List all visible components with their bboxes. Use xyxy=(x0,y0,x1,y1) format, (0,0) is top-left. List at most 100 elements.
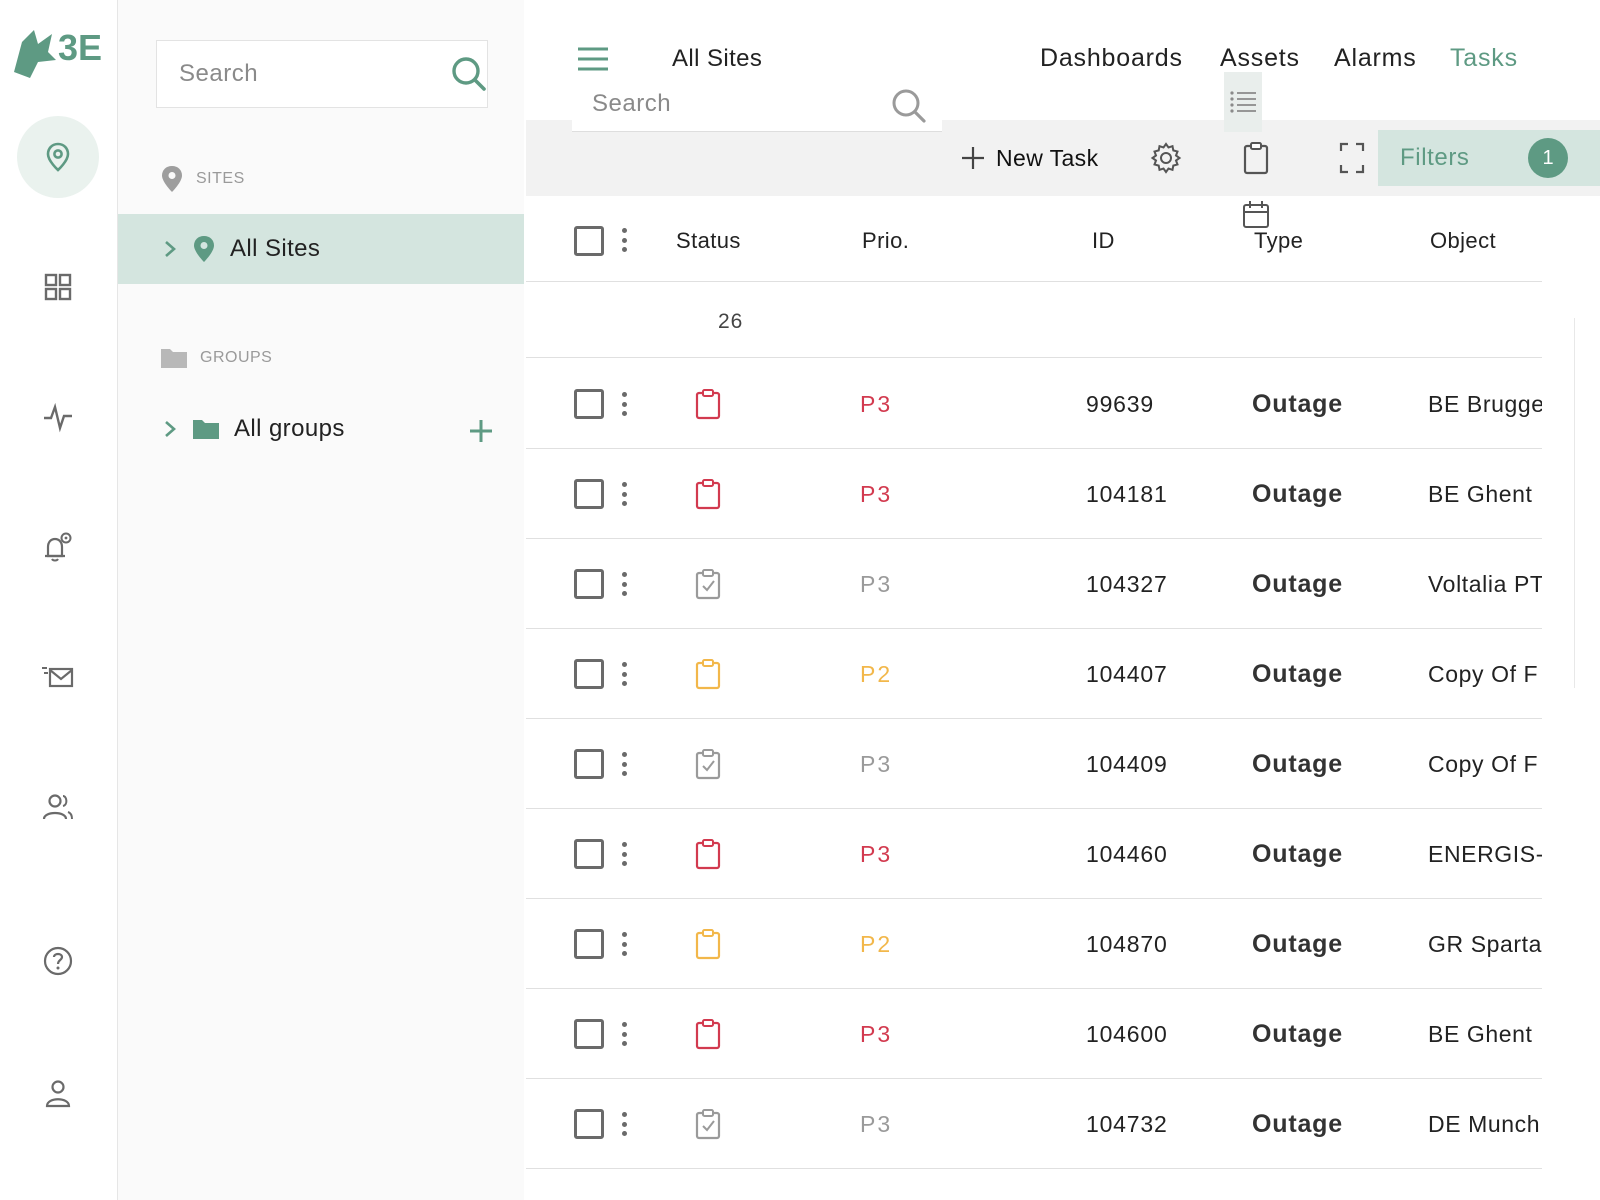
object-cell[interactable]: DE Munch xyxy=(1428,1079,1542,1169)
table-row[interactable]: P3 104600 Outage BE Ghent xyxy=(526,989,1542,1079)
status-cell xyxy=(692,1079,724,1169)
type-cell: Outage xyxy=(1252,389,1343,418)
priority-cell: P3 xyxy=(860,480,893,507)
row-checkbox[interactable] xyxy=(574,839,604,869)
list-view-button[interactable] xyxy=(1224,72,1262,132)
id-cell[interactable]: 104407 xyxy=(1086,629,1168,719)
table-header: Status Prio. ID Type Object xyxy=(526,198,1542,282)
filters-label: Filters xyxy=(1400,144,1470,171)
tree-item-label: All Sites xyxy=(230,235,321,262)
rail-help-button[interactable] xyxy=(17,920,99,1002)
nav-assets[interactable]: Assets xyxy=(1220,44,1300,73)
row-checkbox[interactable] xyxy=(574,389,604,419)
search-icon xyxy=(892,89,926,123)
row-options-button[interactable] xyxy=(618,750,630,778)
column-status[interactable]: Status xyxy=(676,228,741,254)
row-checkbox[interactable] xyxy=(574,659,604,689)
row-options-button[interactable] xyxy=(618,390,630,418)
table-row[interactable]: P2 104870 Outage GR Sparta xyxy=(526,899,1542,989)
row-options-button[interactable] xyxy=(618,930,630,958)
row-options-button[interactable] xyxy=(618,570,630,598)
chevron-right-icon[interactable] xyxy=(162,239,178,259)
column-type[interactable]: Type xyxy=(1254,228,1303,254)
table-row[interactable]: P2 104407 Outage Copy Of F xyxy=(526,629,1542,719)
type-cell: Outage xyxy=(1252,659,1343,688)
new-task-label: New Task xyxy=(996,144,1099,171)
rail-alarm-settings-button[interactable] xyxy=(17,506,99,588)
id-cell[interactable]: 104181 xyxy=(1086,449,1168,539)
rail-profile-button[interactable] xyxy=(17,1052,99,1134)
brand-logo[interactable]: 3E xyxy=(8,22,108,84)
chevron-right-icon[interactable] xyxy=(162,419,178,439)
priority-cell: P3 xyxy=(860,1110,893,1137)
object-cell[interactable]: Copy Of F xyxy=(1428,719,1542,809)
tree-item-all-sites[interactable]: All Sites xyxy=(118,214,524,284)
nav-tasks[interactable]: Tasks xyxy=(1450,44,1518,73)
column-id[interactable]: ID xyxy=(1092,228,1115,254)
row-options-button[interactable] xyxy=(618,1110,630,1138)
new-task-button[interactable]: New Task xyxy=(960,140,1098,176)
status-cell xyxy=(692,449,724,539)
object-cell[interactable]: ENERGIS- xyxy=(1428,809,1542,899)
table-row[interactable]: P3 104327 Outage Voltalia PT xyxy=(526,539,1542,629)
breadcrumb[interactable]: All Sites xyxy=(672,45,762,73)
id-cell[interactable]: 104409 xyxy=(1086,719,1168,809)
rail-sites-button[interactable] xyxy=(17,116,99,198)
row-checkbox[interactable] xyxy=(574,479,604,509)
nav-alarms[interactable]: Alarms xyxy=(1334,44,1417,73)
id-cell[interactable]: 104327 xyxy=(1086,539,1168,629)
priority-cell: P2 xyxy=(860,930,893,957)
rail-activity-button[interactable] xyxy=(17,376,99,458)
rail-users-button[interactable] xyxy=(17,766,99,848)
row-checkbox[interactable] xyxy=(574,1019,604,1049)
panel-search-button[interactable] xyxy=(434,38,504,110)
rail-messages-button[interactable] xyxy=(17,636,99,718)
table-row[interactable]: P3 104409 Outage Copy Of F xyxy=(526,719,1542,809)
settings-button[interactable] xyxy=(1148,140,1184,176)
clipboard-icon xyxy=(695,479,721,510)
object-cell[interactable]: GR Sparta xyxy=(1428,899,1542,989)
id-cell[interactable]: 104460 xyxy=(1086,809,1168,899)
menu-button[interactable] xyxy=(576,44,610,74)
id-cell[interactable]: 104600 xyxy=(1086,989,1168,1079)
table-row[interactable]: P3 104460 Outage ENERGIS- xyxy=(526,809,1542,899)
status-cell xyxy=(692,359,724,449)
task-search-input[interactable] xyxy=(572,76,872,131)
tree-item-label: All groups xyxy=(234,415,345,442)
id-cell[interactable]: 104870 xyxy=(1086,899,1168,989)
id-cell[interactable]: 104732 xyxy=(1086,1079,1168,1169)
column-prio[interactable]: Prio. xyxy=(862,228,909,254)
clipboard-button[interactable] xyxy=(1238,140,1274,176)
result-count-row: 26 xyxy=(526,284,1542,358)
table-scrollbar[interactable] xyxy=(1574,318,1588,688)
row-options-button[interactable] xyxy=(618,480,630,508)
rail-dashboards-button[interactable] xyxy=(17,246,99,328)
task-search-button[interactable] xyxy=(876,78,942,134)
nav-dashboards[interactable]: Dashboards xyxy=(1040,44,1183,73)
select-all-checkbox[interactable] xyxy=(574,226,604,256)
header-options-button[interactable] xyxy=(618,226,630,254)
user-icon xyxy=(45,1080,71,1108)
row-options-button[interactable] xyxy=(618,840,630,868)
row-checkbox[interactable] xyxy=(574,929,604,959)
row-options-button[interactable] xyxy=(618,1020,630,1048)
object-cell[interactable]: Copy Of F xyxy=(1428,629,1542,719)
fullscreen-button[interactable] xyxy=(1334,140,1370,176)
table-row[interactable]: P3 104732 Outage DE Munch xyxy=(526,1079,1542,1169)
status-cell xyxy=(692,809,724,899)
row-checkbox[interactable] xyxy=(574,749,604,779)
row-options-button[interactable] xyxy=(618,660,630,688)
table-row[interactable]: P3 104181 Outage BE Ghent xyxy=(526,449,1542,539)
column-object[interactable]: Object xyxy=(1430,228,1496,254)
object-cell[interactable]: BE Ghent xyxy=(1428,449,1542,539)
id-cell[interactable]: 99639 xyxy=(1086,359,1154,449)
status-cell xyxy=(692,719,724,809)
row-checkbox[interactable] xyxy=(574,569,604,599)
object-cell[interactable]: BE Ghent xyxy=(1428,989,1542,1079)
map-pin-icon xyxy=(162,166,182,192)
row-checkbox[interactable] xyxy=(574,1109,604,1139)
add-group-button[interactable] xyxy=(460,416,502,446)
object-cell[interactable]: Voltalia PT xyxy=(1428,539,1542,629)
table-row[interactable]: P3 99639 Outage BE Brugge xyxy=(526,359,1542,449)
object-cell[interactable]: BE Brugge xyxy=(1428,359,1542,449)
